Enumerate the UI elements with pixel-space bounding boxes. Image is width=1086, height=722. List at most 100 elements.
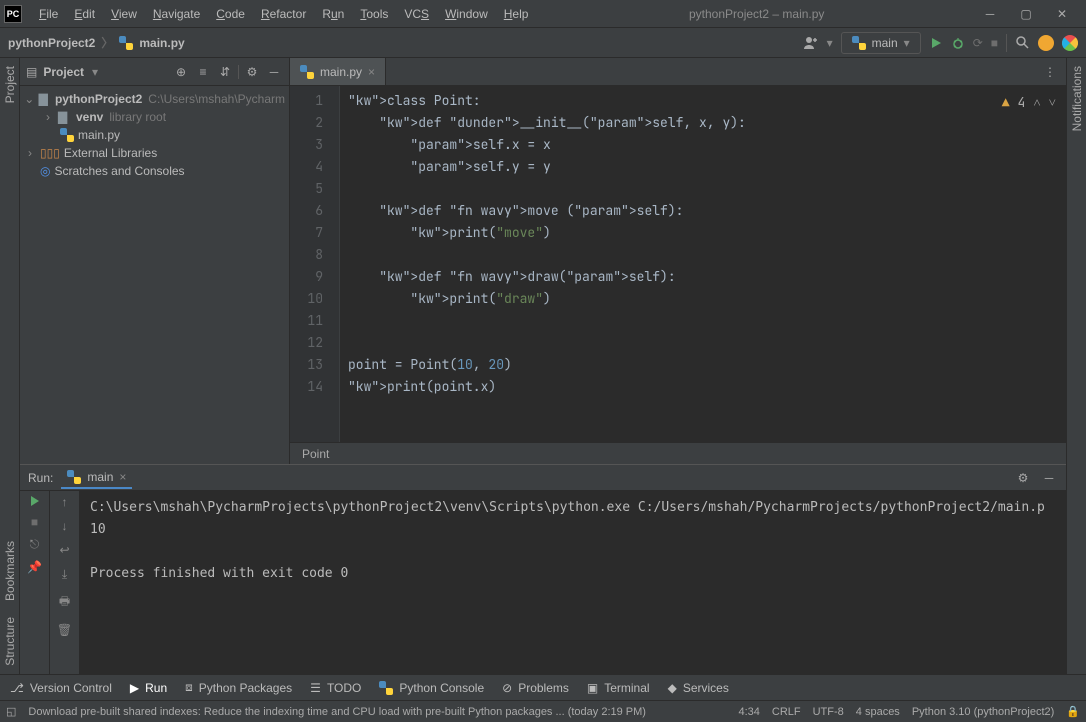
debug-button[interactable]: [951, 36, 965, 50]
run-label: Run:: [28, 471, 53, 485]
run-config-selector[interactable]: main ▾: [841, 32, 921, 54]
menu-code[interactable]: Code: [209, 4, 252, 24]
inspection-widget[interactable]: ▲ 4 ˄ ˅: [1002, 92, 1056, 114]
menu-vcs[interactable]: VCS: [397, 4, 436, 24]
menu-refactor[interactable]: Refactor: [254, 4, 313, 24]
prev-highlight-icon[interactable]: ˄: [1033, 92, 1040, 114]
menu-tools[interactable]: Tools: [353, 4, 395, 24]
tree-main-file[interactable]: main.py: [20, 126, 289, 144]
add-user-icon[interactable]: [803, 35, 819, 51]
rerun-icon[interactable]: [29, 495, 41, 507]
play-icon: ▶: [130, 681, 139, 695]
editor-tab-main[interactable]: main.py ×: [290, 58, 386, 85]
breadcrumb-separator: 〉: [101, 34, 113, 51]
status-message[interactable]: Download pre-built shared indexes: Reduc…: [28, 706, 726, 718]
tool-python-packages[interactable]: ⧈ Python Packages: [185, 680, 292, 695]
clear-icon[interactable]: 🗑: [57, 623, 72, 637]
expand-arrow-icon[interactable]: ›: [24, 146, 36, 160]
menu-view[interactable]: View: [104, 4, 144, 24]
settings-icon[interactable]: ⚙: [243, 65, 261, 79]
tool-problems[interactable]: ⊘ Problems: [502, 681, 569, 695]
menu-file[interactable]: File: [32, 4, 65, 24]
updates-icon[interactable]: [1038, 35, 1054, 51]
status-encoding[interactable]: UTF-8: [813, 706, 844, 718]
soft-wrap-icon[interactable]: ↩: [59, 543, 69, 557]
tree-venv[interactable]: › ▇ venv library root: [20, 108, 289, 126]
maximize-button[interactable]: ▢: [1014, 7, 1038, 21]
minimize-button[interactable]: ─: [978, 7, 1002, 21]
window-controls: ─ ▢ ✕: [978, 7, 1074, 21]
warning-count: 4: [1018, 92, 1026, 114]
run-button[interactable]: [929, 36, 943, 50]
project-view-dropdown[interactable]: ▾: [92, 65, 98, 79]
tree-scratches-label: Scratches and Consoles: [54, 164, 184, 178]
print-icon[interactable]: 🖶: [59, 592, 70, 613]
hide-run-panel-icon[interactable]: ─: [1040, 471, 1058, 485]
up-icon[interactable]: ↑: [62, 495, 68, 509]
run-tab-label: main: [87, 470, 113, 484]
status-lock-icon[interactable]: 🔒: [1066, 705, 1080, 718]
tool-services[interactable]: ◆ Services: [668, 681, 729, 695]
statusbar: ◱ Download pre-built shared indexes: Red…: [0, 700, 1086, 722]
tool-terminal[interactable]: ▣ Terminal: [587, 681, 650, 695]
search-button[interactable]: [1015, 35, 1030, 50]
tool-run[interactable]: ▶ Run: [130, 681, 167, 695]
app-icon: PC: [4, 5, 22, 23]
tree-root-label: pythonProject2: [55, 92, 142, 106]
pin-icon[interactable]: 📌: [27, 560, 42, 574]
menu-window[interactable]: Window: [438, 4, 495, 24]
menu-navigate[interactable]: Navigate: [146, 4, 207, 24]
next-highlight-icon[interactable]: ˅: [1049, 92, 1056, 114]
ide-features-icon[interactable]: [1062, 35, 1078, 51]
exit-icon[interactable]: ⎋: [30, 537, 40, 552]
branch-icon: ⎇: [10, 681, 24, 695]
close-button[interactable]: ✕: [1050, 7, 1074, 21]
hide-panel-icon[interactable]: ─: [265, 65, 283, 79]
expand-all-icon[interactable]: ≡: [194, 65, 212, 79]
close-run-tab-icon[interactable]: ×: [119, 470, 126, 484]
editor-tabs-menu[interactable]: ⋮: [1034, 58, 1066, 85]
status-indent[interactable]: 4 spaces: [856, 706, 900, 718]
terminal-icon: ▣: [587, 681, 598, 695]
bookmarks-tool-tab[interactable]: Bookmarks: [1, 533, 19, 609]
status-line-separator[interactable]: CRLF: [772, 706, 801, 718]
structure-tool-tab[interactable]: Structure: [1, 609, 19, 674]
editor-breadcrumb-item: Point: [302, 447, 329, 461]
expand-arrow-icon[interactable]: ›: [42, 110, 54, 124]
run-tab-main[interactable]: main ×: [61, 467, 132, 489]
breadcrumb-project[interactable]: pythonProject2: [8, 36, 95, 50]
menu-bar: File Edit View Navigate Code Refactor Ru…: [32, 4, 535, 24]
menu-run[interactable]: Run: [315, 4, 351, 24]
package-icon: ⧈: [185, 680, 193, 695]
code-content[interactable]: "kw">class Point: "kw">def "dunder">__in…: [340, 86, 1066, 442]
tree-scratches[interactable]: › ◎ Scratches and Consoles: [20, 162, 289, 180]
menu-edit[interactable]: Edit: [67, 4, 102, 24]
tool-python-console[interactable]: Python Console: [379, 681, 484, 695]
editor-breadcrumb[interactable]: Point: [290, 442, 1066, 464]
tree-venv-label: venv: [76, 110, 103, 124]
down-icon[interactable]: ↓: [62, 519, 68, 533]
tree-external-libs[interactable]: › ▯▯▯ External Libraries: [20, 144, 289, 162]
stop-button[interactable]: ■: [991, 36, 998, 50]
run-output[interactable]: C:\Users\mshah\PycharmProjects\pythonPro…: [80, 491, 1066, 674]
collapse-all-icon[interactable]: ⇵: [216, 65, 234, 79]
menu-help[interactable]: Help: [497, 4, 536, 24]
coverage-button[interactable]: ⟳: [973, 36, 983, 50]
project-tool-tab[interactable]: Project: [1, 58, 19, 111]
titlebar: PC File Edit View Navigate Code Refactor…: [0, 0, 1086, 28]
status-line-col[interactable]: 4:34: [738, 706, 759, 718]
tool-todo[interactable]: ☰ TODO: [310, 681, 361, 695]
stop-icon[interactable]: ■: [31, 515, 38, 529]
close-tab-icon[interactable]: ×: [368, 65, 375, 79]
tree-root[interactable]: ⌄ ▇ pythonProject2 C:\Users\mshah\Pychar…: [20, 90, 289, 108]
run-settings-icon[interactable]: ⚙: [1014, 471, 1032, 485]
scroll-to-end-icon[interactable]: ⤓: [62, 567, 67, 582]
editor-body[interactable]: 1234567891011121314 "kw">class Point: "k…: [290, 86, 1066, 442]
status-tool-icon[interactable]: ◱: [6, 705, 16, 718]
tool-version-control[interactable]: ⎇ Version Control: [10, 681, 112, 695]
expand-arrow-icon[interactable]: ⌄: [24, 92, 35, 106]
select-opened-file-icon[interactable]: ⊕: [172, 65, 190, 79]
breadcrumb-file[interactable]: main.py: [139, 36, 184, 50]
notifications-tool-tab[interactable]: Notifications: [1068, 58, 1086, 139]
status-interpreter[interactable]: Python 3.10 (pythonProject2): [912, 706, 1054, 718]
